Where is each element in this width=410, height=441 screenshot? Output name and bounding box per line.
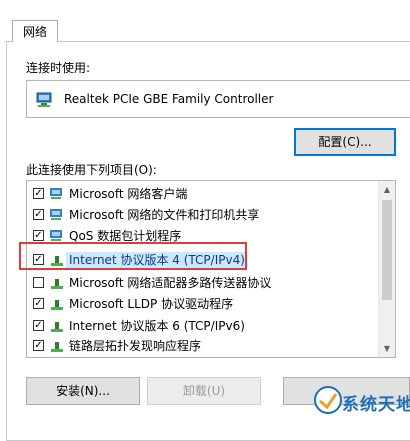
tab-network[interactable]: 网络: [12, 20, 58, 42]
file-printer-share-icon: [50, 209, 62, 220]
watermark-text: 系统天地: [342, 395, 410, 415]
list-item[interactable]: ✓ QoS 数据包计划程序: [27, 226, 379, 246]
checkbox[interactable]: ✓: [33, 320, 44, 331]
adapter-name: Realtek PCIe GBE Family Controller: [64, 92, 274, 106]
item-label: Microsoft 网络客户端: [69, 187, 188, 201]
item-label: QoS 数据包计划程序: [69, 229, 182, 243]
list-item[interactable]: ✓ Microsoft 网络的文件和打印机共享: [27, 205, 379, 225]
item-label: Microsoft 网络适配器多路传送器协议: [69, 276, 272, 290]
checkbox[interactable]: ✓: [33, 188, 44, 199]
list-scrollbar[interactable]: ▲ ▼: [378, 181, 395, 357]
item-label: Internet 协议版本 6 (TCP/IPv6): [69, 319, 245, 333]
protocol-icon: [51, 342, 63, 352]
protocol-icon: [51, 256, 63, 266]
item-label: Microsoft 网络的文件和打印机共享: [69, 208, 260, 222]
checkbox[interactable]: ✓: [33, 230, 44, 241]
checkbox[interactable]: ✓: [33, 209, 44, 220]
items-list[interactable]: ✓ Microsoft 网络客户端 ✓ Microsoft 网络的文件和打印机共…: [26, 180, 396, 358]
network-adapter-icon: [36, 92, 52, 107]
protocol-icon: [51, 322, 63, 332]
watermark-logo-icon: [314, 386, 342, 414]
install-button[interactable]: 安装(N)...: [26, 377, 140, 405]
checkbox[interactable]: ✓: [33, 298, 44, 309]
scroll-down-icon[interactable]: ▼: [379, 340, 395, 357]
items-label: 此连接使用下列项目(O):: [26, 163, 157, 177]
protocol-icon: [51, 279, 63, 289]
checkbox[interactable]: ✓: [33, 340, 44, 351]
protocol-icon: [51, 300, 63, 310]
scroll-up-icon[interactable]: ▲: [379, 181, 395, 198]
item-label: 链路层拓扑发现响应程序: [69, 339, 202, 353]
list-item[interactable]: ✓ Internet 协议版本 4 (TCP/IPv4): [27, 250, 379, 270]
list-item[interactable]: Microsoft 网络适配器多路传送器协议: [27, 273, 379, 293]
connect-using-label: 连接时使用:: [26, 61, 91, 75]
uninstall-button[interactable]: 卸载(U): [147, 377, 261, 405]
checkbox[interactable]: [33, 277, 44, 288]
item-label: Microsoft LLDP 协议驱动程序: [69, 297, 234, 311]
list-item[interactable]: ✓ Microsoft 网络客户端: [27, 184, 379, 204]
list-item[interactable]: ✓ 链路层拓扑发现响应程序: [27, 336, 379, 356]
network-client-icon: [50, 188, 62, 199]
adapter-field: Realtek PCIe GBE Family Controller: [26, 80, 410, 118]
site-watermark: 系统天地: [312, 384, 410, 417]
configure-button[interactable]: 配置(C)...: [294, 128, 396, 156]
list-item[interactable]: ✓ Microsoft LLDP 协议驱动程序: [27, 294, 379, 314]
list-item[interactable]: ✓ Internet 协议版本 6 (TCP/IPv6): [27, 316, 379, 336]
scroll-thumb[interactable]: [382, 200, 392, 300]
qos-scheduler-icon: [50, 230, 62, 241]
checkbox[interactable]: ✓: [33, 254, 44, 265]
item-label: Internet 协议版本 4 (TCP/IPv4): [66, 252, 248, 268]
